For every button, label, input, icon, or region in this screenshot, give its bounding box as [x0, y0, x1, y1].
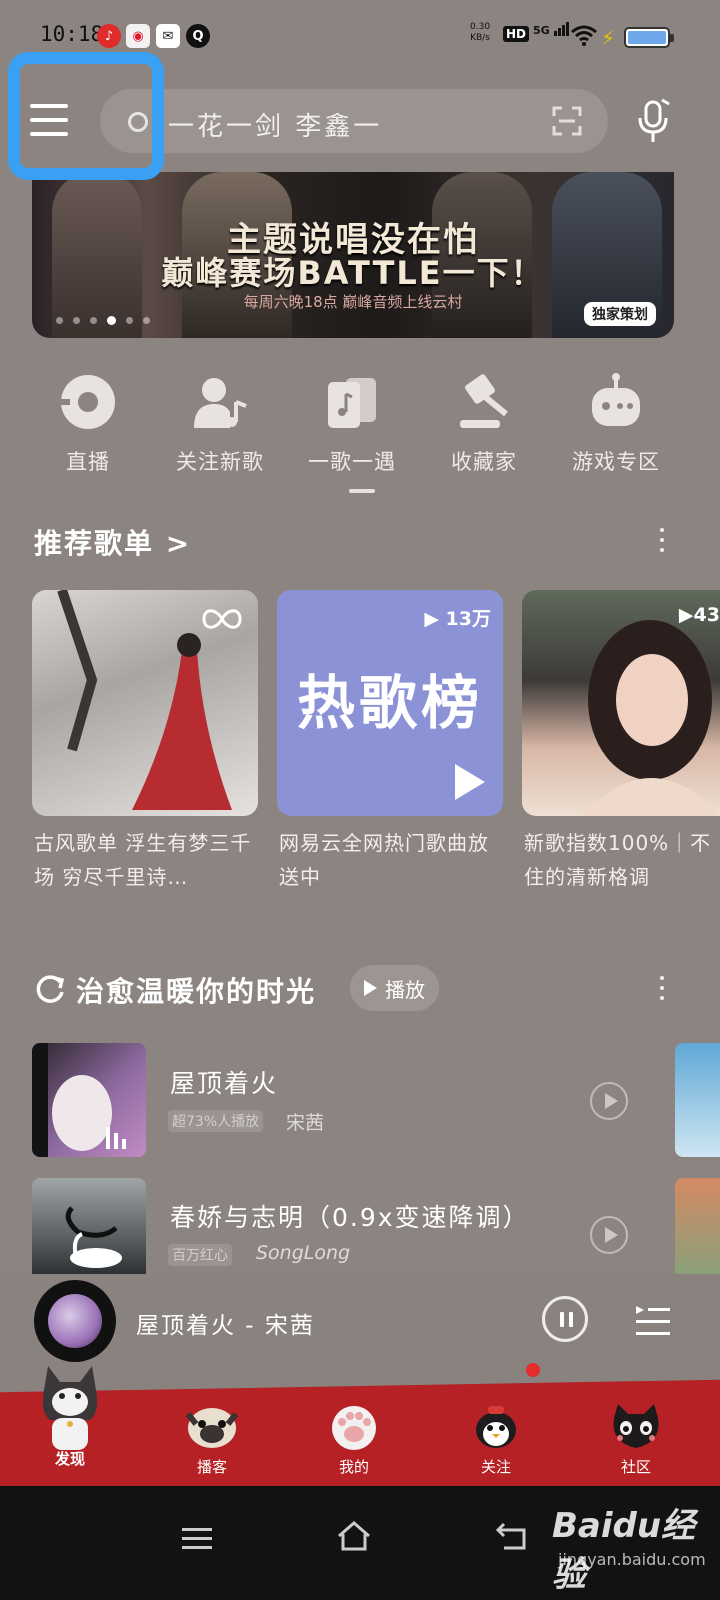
baidu-jingyan-logo: Baidu经验 — [552, 1506, 696, 1595]
song-cover[interactable] — [32, 1043, 146, 1157]
status-time: 10:18 — [40, 22, 104, 46]
pause-icon[interactable] — [542, 1296, 588, 1342]
pug-icon — [185, 1408, 239, 1448]
banner-carousel[interactable]: 主题说唱没在怕 巅峰赛场BATTLE一下！ 每周六晚18点 巅峰音频上线云村 独… — [32, 172, 674, 338]
now-playing-title[interactable]: 屋顶着火 - 宋茜 — [136, 1306, 315, 1340]
banner-dot[interactable] — [107, 316, 116, 325]
playlist-card[interactable]: ▶ 13万 热歌榜 — [277, 590, 503, 816]
banner-dot[interactable] — [90, 317, 97, 324]
playlist-card[interactable] — [32, 590, 258, 816]
play-count: ▶ 13万 — [424, 608, 491, 630]
recommend-section-title[interactable]: 推荐歌单 > — [34, 522, 191, 562]
home-icon[interactable] — [336, 1520, 372, 1552]
now-playing-cover — [48, 1294, 102, 1348]
banner-dot[interactable] — [143, 317, 150, 324]
weibo-icon: ◉ — [126, 24, 150, 48]
tab-community[interactable]: 社区 — [586, 1404, 686, 1477]
banner-dot[interactable] — [73, 317, 80, 324]
quick-nav-games[interactable]: 游戏专区 — [556, 372, 676, 476]
banner-tag: 独家策划 — [584, 302, 656, 326]
quick-nav-collector[interactable]: 收藏家 — [424, 372, 544, 476]
song-title[interactable]: 春娇与志明（0.9x变速降调） — [170, 1198, 530, 1234]
recommend-more-icon[interactable] — [660, 528, 666, 558]
song-title[interactable]: 屋顶着火 — [170, 1064, 278, 1100]
infinity-icon — [202, 609, 242, 629]
live-disc-icon — [58, 372, 118, 432]
black-cat-icon — [613, 1404, 659, 1448]
song-tag: 百万红心 — [168, 1244, 232, 1266]
song-play-icon[interactable] — [590, 1216, 628, 1254]
notification-dot — [526, 1363, 540, 1377]
banner-title-2: 巅峰赛场BATTLE一下！ — [161, 254, 545, 292]
penguin-icon — [476, 1406, 516, 1448]
play-icon — [364, 980, 377, 996]
tab-discover[interactable]: 发现 — [20, 1362, 120, 1469]
search-placeholder: 一花一剑 李鑫一 — [168, 112, 383, 142]
hd-badge: HD — [503, 26, 530, 42]
net-speed: 0.30 KB/s — [470, 22, 491, 43]
song-artist: 宋茜 — [286, 1112, 325, 1134]
playlist-card[interactable]: ▶43 — [522, 590, 720, 816]
healing-section-title: 治愈温暖你的时光 — [76, 975, 317, 1008]
person-note-icon — [190, 372, 250, 432]
signal-icon: 5G — [533, 22, 570, 37]
tab-mine[interactable]: 我的 — [304, 1404, 404, 1477]
back-icon[interactable] — [494, 1520, 528, 1552]
song-play-icon[interactable] — [590, 1082, 628, 1120]
quick-nav-live[interactable]: 直播 — [28, 372, 148, 476]
voice-search-icon[interactable] — [636, 98, 672, 144]
wifi-icon — [571, 25, 597, 46]
playlist-title[interactable]: 古风歌单 浮生有梦三千场 穷尽千里诗… — [34, 826, 270, 894]
game-robot-icon — [586, 372, 646, 432]
hot-chart-cover-text: 热歌榜 — [296, 669, 483, 737]
song-cover[interactable] — [675, 1043, 720, 1157]
healing-play-button[interactable]: 播放 — [350, 965, 439, 1011]
playlist-title[interactable]: 新歌指数100%｜不住的清新格调 — [524, 826, 720, 894]
netease-music-icon: ♪ — [97, 24, 121, 48]
quick-nav-song-encounter[interactable]: 一歌一遇 — [292, 372, 412, 476]
tab-follow[interactable]: 关注 — [446, 1404, 546, 1477]
playlist-icon[interactable] — [636, 1304, 670, 1336]
cat-icon — [42, 1366, 98, 1450]
play-count: ▶43 — [678, 604, 720, 626]
song-tag: 超73%人播放 — [168, 1110, 264, 1132]
scan-icon[interactable] — [552, 106, 582, 136]
mail-icon: ✉ — [156, 24, 180, 48]
song-artist: SongLong — [256, 1242, 351, 1264]
banner-pagination — [56, 316, 150, 325]
recent-apps-icon[interactable] — [182, 1528, 212, 1550]
baidu-jingyan-url: jingyan.baidu.com — [558, 1550, 706, 1569]
tab-podcast[interactable]: 播客 — [162, 1404, 262, 1477]
playlist-title[interactable]: 网易云全网热门歌曲放送中 — [279, 826, 499, 894]
hammer-icon — [454, 372, 514, 432]
quick-nav-follow-new[interactable]: 关注新歌 — [160, 372, 280, 476]
song-cover[interactable] — [32, 1178, 146, 1274]
banner-subtitle: 每周六晚18点 巅峰音频上线云村 — [243, 293, 463, 311]
quick-nav-page-indicator — [349, 489, 375, 493]
paw-icon — [332, 1406, 376, 1450]
menu-icon[interactable] — [30, 104, 68, 138]
play-icon — [455, 764, 485, 800]
refresh-icon[interactable] — [34, 974, 66, 1006]
cards-note-icon — [322, 372, 382, 432]
song-cover[interactable] — [675, 1178, 720, 1274]
q-icon: Q — [186, 24, 210, 48]
healing-more-icon[interactable] — [660, 976, 666, 1006]
battery-icon — [624, 27, 674, 48]
charging-bolt-icon: ⚡ — [601, 26, 616, 50]
banner-dot[interactable] — [126, 317, 133, 324]
banner-dot[interactable] — [56, 317, 63, 324]
